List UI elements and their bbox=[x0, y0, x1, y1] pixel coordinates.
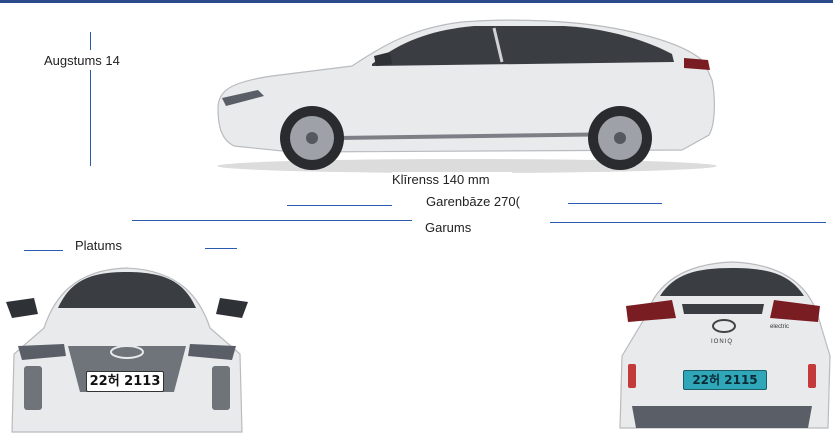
height-dimension-line-upper bbox=[90, 32, 91, 50]
car-side-view bbox=[212, 10, 720, 175]
car-rear-view bbox=[612, 256, 833, 436]
wheelbase-line-left bbox=[287, 205, 392, 206]
front-license-plate: 22허 2113 bbox=[86, 371, 164, 392]
length-label: Garums bbox=[425, 220, 485, 235]
height-dimension-line-lower bbox=[90, 70, 91, 166]
rear-plate-text: 22허 2115 bbox=[692, 373, 758, 387]
length-line-left bbox=[132, 220, 412, 221]
rear-variant-badge: electric bbox=[770, 324, 790, 330]
wheelbase-line-right bbox=[568, 203, 662, 204]
rear-model-badge: IONIQ bbox=[711, 339, 734, 345]
width-line-left bbox=[24, 250, 63, 251]
width-line-right bbox=[205, 248, 237, 249]
top-accent-bar bbox=[0, 0, 833, 3]
rear-license-plate: 22허 2115 bbox=[683, 370, 767, 390]
length-line-right bbox=[550, 222, 826, 223]
ground-clearance-label: Klīrenss 140 mm bbox=[392, 172, 512, 187]
front-plate-text: 22허 2113 bbox=[89, 374, 161, 389]
car-front-view bbox=[4, 262, 250, 436]
height-label: Augstums 14 bbox=[44, 53, 130, 68]
wheelbase-label: Garenbāze 270( bbox=[426, 194, 533, 209]
width-label: Platums bbox=[75, 238, 135, 253]
